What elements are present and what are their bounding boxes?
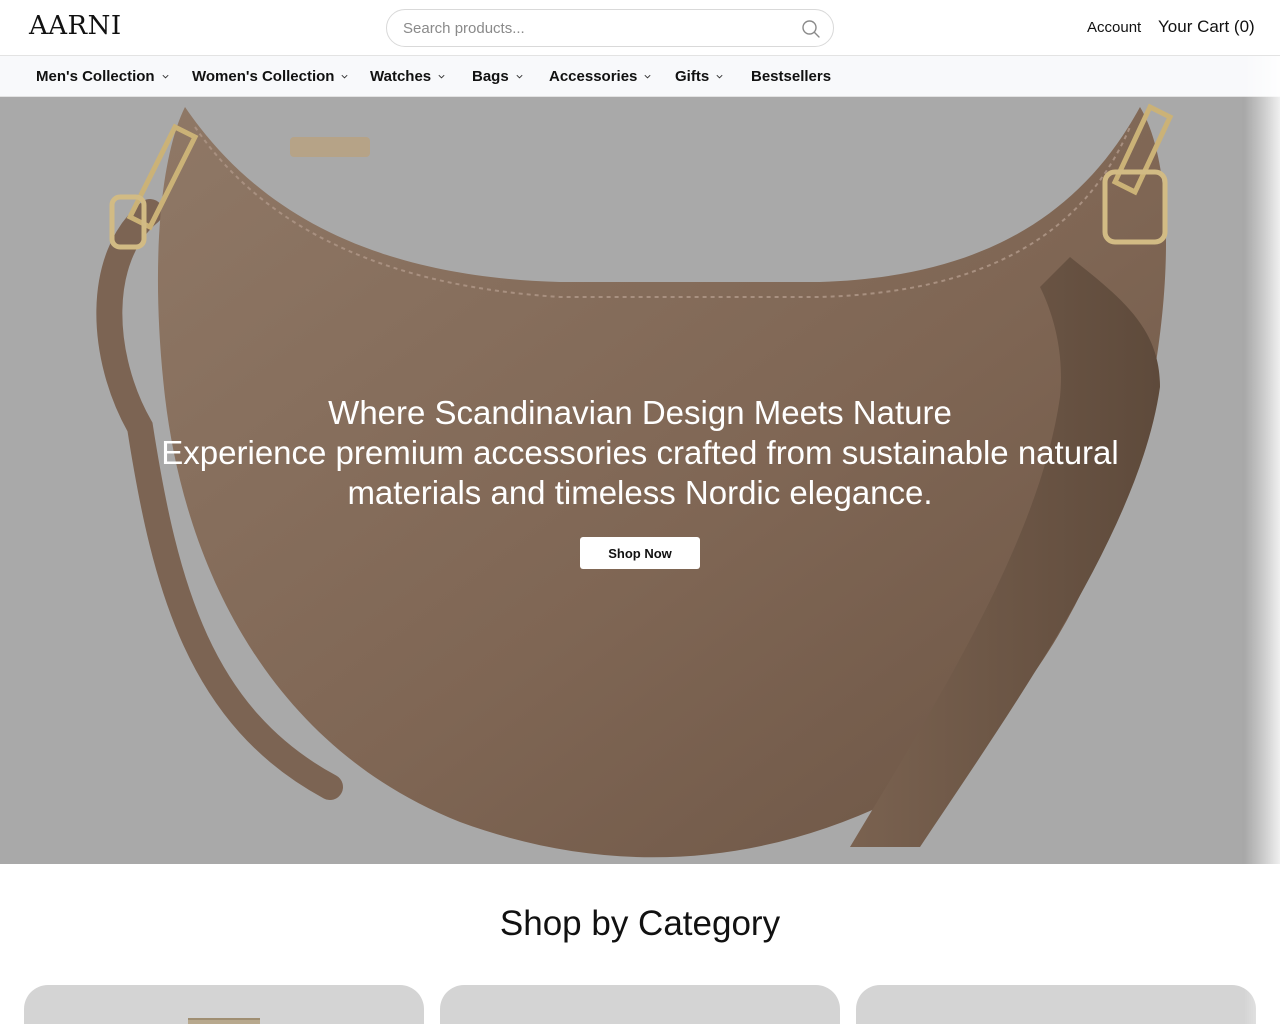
nav-item-label: Watches xyxy=(370,68,432,85)
nav-item-womens-collection[interactable]: Women's Collection xyxy=(192,68,349,85)
search-icon[interactable] xyxy=(801,19,821,39)
nav-item-gifts[interactable]: Gifts xyxy=(675,68,724,85)
hero-subtitle: Experience premium accessories crafted f… xyxy=(161,434,1119,511)
nav-item-accessories[interactable]: Accessories xyxy=(549,68,652,85)
shop-now-button[interactable]: Shop Now xyxy=(580,537,700,569)
chevron-down-icon xyxy=(162,74,169,79)
nav-item-mens-collection[interactable]: Men's Collection xyxy=(36,68,170,85)
main-nav: Men's Collection Women's Collection Watc… xyxy=(0,56,1280,97)
nav-item-label: Bestsellers xyxy=(751,68,832,85)
nav-item-label: Men's Collection xyxy=(36,68,155,85)
nav-item-bags[interactable]: Bags xyxy=(472,68,524,85)
hero-edge-shade xyxy=(1240,97,1280,864)
category-card[interactable] xyxy=(24,985,424,1024)
nav-item-label: Accessories xyxy=(549,68,638,85)
search-input[interactable] xyxy=(403,10,783,46)
category-card[interactable] xyxy=(856,985,1256,1024)
site-header: AARNI Account Your Cart (0) xyxy=(0,0,1280,56)
hero-title: Where Scandinavian Design Meets Nature xyxy=(328,394,952,431)
cart-link[interactable]: Your Cart (0) xyxy=(1158,17,1255,37)
chevron-down-icon xyxy=(644,74,651,79)
nav-item-label: Gifts xyxy=(675,68,710,85)
nav-item-label: Bags xyxy=(472,68,509,85)
search-bar[interactable] xyxy=(386,9,834,47)
account-link[interactable]: Account xyxy=(1087,19,1141,36)
nav-item-label: Women's Collection xyxy=(192,68,335,85)
chevron-down-icon xyxy=(341,74,349,79)
chevron-down-icon xyxy=(438,74,445,79)
category-card-image xyxy=(188,1018,260,1024)
site-logo[interactable]: AARNI xyxy=(29,11,122,41)
chevron-down-icon xyxy=(516,74,523,79)
category-section-title: Shop by Category xyxy=(499,904,781,943)
chevron-down-icon xyxy=(716,74,723,79)
nav-item-watches[interactable]: Watches xyxy=(370,68,446,85)
category-card[interactable] xyxy=(440,985,840,1024)
hero-banner: Where Scandinavian Design Meets Nature E… xyxy=(0,97,1280,864)
nav-item-bestsellers[interactable]: Bestsellers xyxy=(751,68,831,85)
